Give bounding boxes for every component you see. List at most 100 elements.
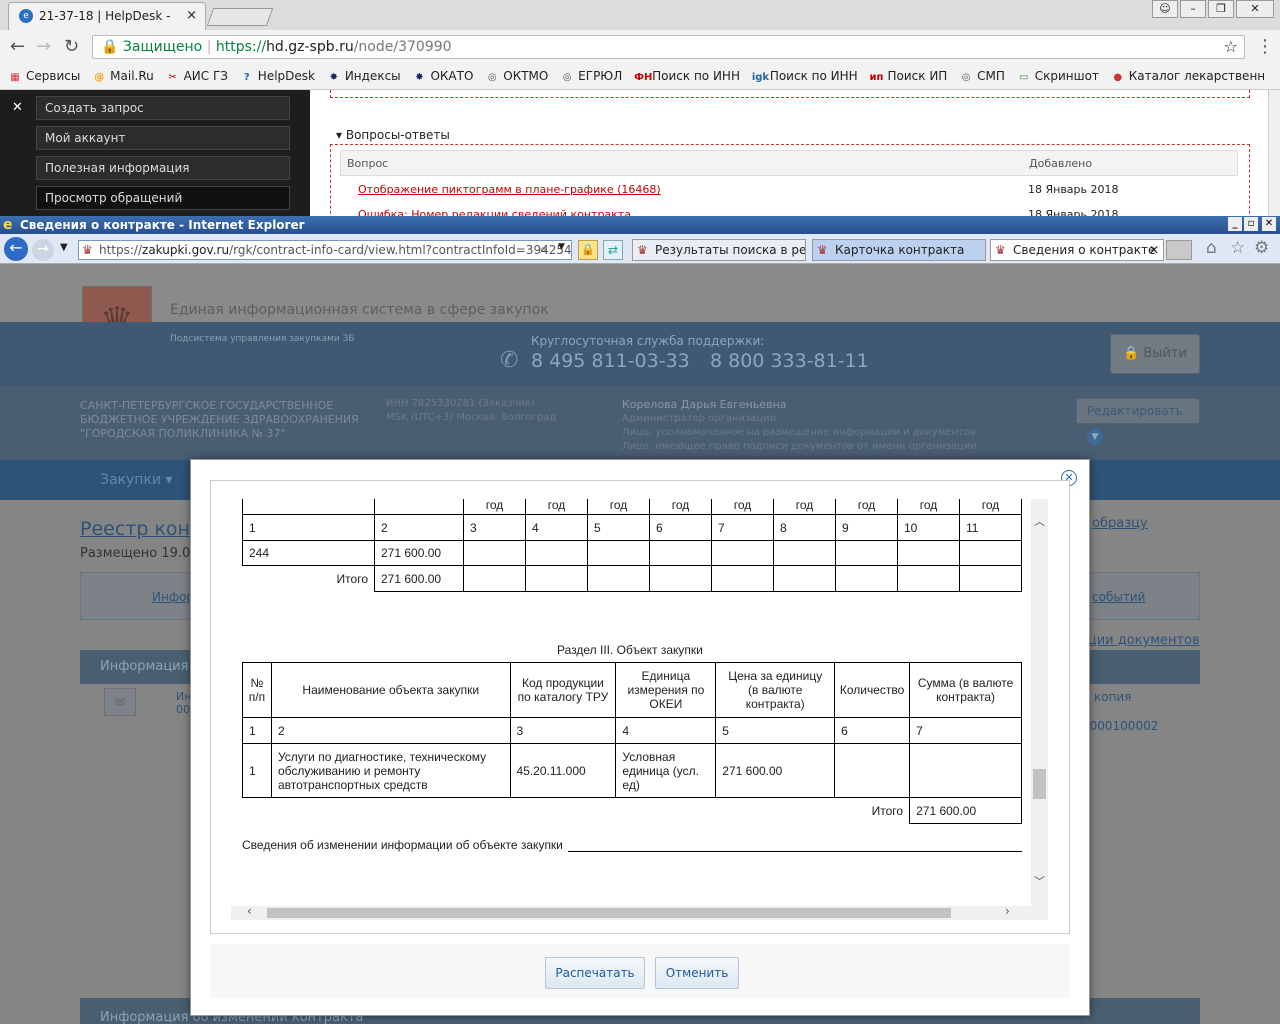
- bookmark-egrul[interactable]: ◎ ЕГРЮЛ: [560, 64, 623, 90]
- chevron-down-icon: ▼: [1087, 429, 1103, 445]
- obrazcu-link[interactable]: образцу: [1092, 516, 1148, 531]
- bookmark-oktmo[interactable]: ◎ ОКТМО: [485, 64, 548, 90]
- ie-url-bar[interactable]: ♛ https://zakupki.gov.ru/rgk/contract-in…: [78, 240, 572, 260]
- my-account-button[interactable]: Мой аккаунт: [36, 126, 290, 150]
- bookmark-okato[interactable]: ✸ ОКАТО: [412, 64, 473, 90]
- minimize-icon[interactable]: _: [1228, 217, 1242, 231]
- horizontal-scrollbar[interactable]: ‹ ›: [231, 904, 1048, 920]
- vertical-scrollbar[interactable]: ︿ ﹀: [1031, 499, 1048, 906]
- copy-link[interactable]: копия: [1094, 690, 1131, 704]
- forward-icon[interactable]: →: [32, 239, 54, 261]
- cell: [834, 743, 911, 798]
- tab-search-results[interactable]: ♛ Результаты поиска в реес...: [632, 239, 806, 261]
- chevron-up-icon[interactable]: ︿: [1034, 513, 1045, 529]
- menu-icon[interactable]: ⋮: [1256, 36, 1274, 57]
- cell: [897, 540, 960, 566]
- info-header-label: Информация о: [100, 659, 201, 674]
- back-icon[interactable]: ←: [4, 237, 28, 261]
- dashed-box: [330, 90, 1250, 98]
- qa-title: Вопросы-ответы: [345, 128, 450, 142]
- refresh-icon[interactable]: ⇄: [603, 240, 623, 260]
- events-link[interactable]: событий: [1092, 590, 1145, 604]
- useful-info-button[interactable]: Полезная информация: [36, 156, 290, 180]
- number-link[interactable]: 0000100002: [1082, 719, 1158, 733]
- chevron-left-icon[interactable]: ‹: [247, 904, 252, 918]
- docs-link[interactable]: кции документов: [1080, 633, 1200, 648]
- bookmark-ais[interactable]: ✂ АИС ГЗ: [166, 64, 228, 90]
- exit-button[interactable]: 🔒 Выйти: [1110, 334, 1200, 374]
- bookmark-inn1[interactable]: ФНПоиск по ИНН: [634, 64, 740, 90]
- maximize-icon[interactable]: ▫: [1244, 217, 1258, 231]
- chrome-tab-helpdesk[interactable]: e 21-37-18 | HelpDesk - служ ×: [8, 2, 206, 49]
- close-window-icon[interactable]: ✕: [1236, 0, 1274, 18]
- cell: [959, 540, 1022, 566]
- support-bar: Подсистема управления закупками ЗБ Кругл…: [0, 322, 1280, 386]
- cell: [649, 565, 712, 592]
- close-window-icon[interactable]: ✕: [1262, 217, 1276, 231]
- bookmark-smp[interactable]: ◎ СМП: [959, 64, 1005, 90]
- cell: 7: [909, 717, 1022, 744]
- bookmark-inn2[interactable]: igkПоиск по ИНН: [752, 64, 858, 90]
- bookmark-label: Индексы: [344, 69, 401, 83]
- nav-purchases[interactable]: Закупки ▾: [100, 472, 173, 488]
- settings-icon[interactable]: ⚙: [1254, 238, 1269, 258]
- bookmark-screenshot[interactable]: ▭ Скриншот: [1017, 64, 1099, 90]
- header-row: № п/п Наименование объекта закупки Код п…: [242, 662, 1022, 718]
- ie-title-bar: e Сведения о контракте - Internet Explor…: [0, 216, 1280, 234]
- tab-contract-card[interactable]: ♛ Карточка контракта: [812, 239, 986, 261]
- reload-icon[interactable]: ↻: [64, 36, 79, 57]
- url-dropdown-icon[interactable]: ▼: [558, 242, 565, 252]
- view-requests-button[interactable]: Просмотр обращений: [36, 186, 290, 210]
- registry-title[interactable]: Реестр конт: [80, 518, 201, 540]
- back-icon[interactable]: ←: [10, 36, 25, 57]
- favorites-icon[interactable]: ☆: [1230, 238, 1245, 258]
- bookmark-services[interactable]: ▦ Сервисы: [8, 64, 80, 90]
- org-inn: ИНН 7825330281 (Заказчик): [386, 398, 535, 409]
- cell: 11: [959, 514, 1022, 541]
- tab-info-link[interactable]: Инфор: [152, 590, 194, 604]
- close-icon[interactable]: ✕: [12, 100, 23, 115]
- maximize-icon[interactable]: ❐: [1208, 0, 1234, 18]
- chevron-down-icon[interactable]: ﹀: [1034, 873, 1045, 889]
- catalog-icon: ●: [1113, 72, 1123, 83]
- site-subtitle: Подсистема управления закупками ЗБ: [170, 334, 355, 344]
- close-icon[interactable]: ×: [186, 3, 197, 29]
- chevron-right-icon[interactable]: ›: [1005, 904, 1010, 918]
- qa-link[interactable]: Отображение пиктограмм в плане-графике (…: [358, 183, 661, 196]
- bookmark-indexes[interactable]: ✸ Индексы: [327, 64, 401, 90]
- url-scheme: https://: [215, 39, 267, 55]
- bookmark-mailru[interactable]: @ Mail.Ru: [92, 64, 154, 90]
- helpdesk-scrollbar[interactable]: [1268, 90, 1280, 216]
- lock-icon[interactable]: 🔒: [578, 240, 598, 260]
- cell: 271 600.00: [374, 540, 464, 566]
- org-timezone: MSK (UTC+3) Москва, Волгоград: [386, 412, 557, 423]
- close-icon[interactable]: ✕: [1149, 240, 1159, 260]
- star-icon[interactable]: ☆: [1224, 36, 1238, 58]
- new-tab-button[interactable]: [206, 8, 274, 26]
- cell: Услуги по диагностике, техническому обсл…: [270, 743, 511, 798]
- new-tab-button[interactable]: [1166, 240, 1192, 260]
- qa-section-title[interactable]: ▾ Вопросы-ответы: [336, 128, 450, 142]
- tab-contract-info[interactable]: ♛ Сведения о контракте ✕: [990, 239, 1164, 261]
- cell: [463, 540, 526, 566]
- scroll-thumb[interactable]: [267, 908, 951, 918]
- minimize-icon[interactable]: –: [1180, 0, 1206, 18]
- object-table: № п/п Наименование объекта закупки Код п…: [242, 662, 1022, 824]
- dropdown-icon[interactable]: ▼: [60, 242, 68, 253]
- tab-label: Результаты поиска в реес...: [655, 243, 806, 257]
- print-button[interactable]: Распечатать: [545, 957, 645, 989]
- scroll-thumb[interactable]: [1033, 769, 1046, 799]
- cancel-button[interactable]: Отменить: [655, 957, 739, 989]
- bookmark-helpdesk[interactable]: ? HelpDesk: [240, 64, 315, 90]
- bookmark-ip[interactable]: ип Поиск ИП: [870, 64, 948, 90]
- cell: 244: [242, 540, 375, 566]
- search-icon[interactable]: ⌕: [540, 242, 547, 257]
- url-bar[interactable]: 🔒 Защищено | https://hd.gz-spb.ru/node/3…: [92, 35, 1245, 59]
- edit-button[interactable]: Редактировать ▼: [1076, 398, 1200, 445]
- qa-date: 18 Январь 2018: [1028, 183, 1119, 196]
- create-request-button[interactable]: Создать запрос: [36, 96, 290, 120]
- forward-icon[interactable]: →: [36, 36, 51, 57]
- profile-icon[interactable]: ☺: [1152, 0, 1178, 18]
- bookmark-catalog[interactable]: ● Каталог лекарственн: [1111, 64, 1265, 90]
- home-icon[interactable]: ⌂: [1206, 238, 1217, 258]
